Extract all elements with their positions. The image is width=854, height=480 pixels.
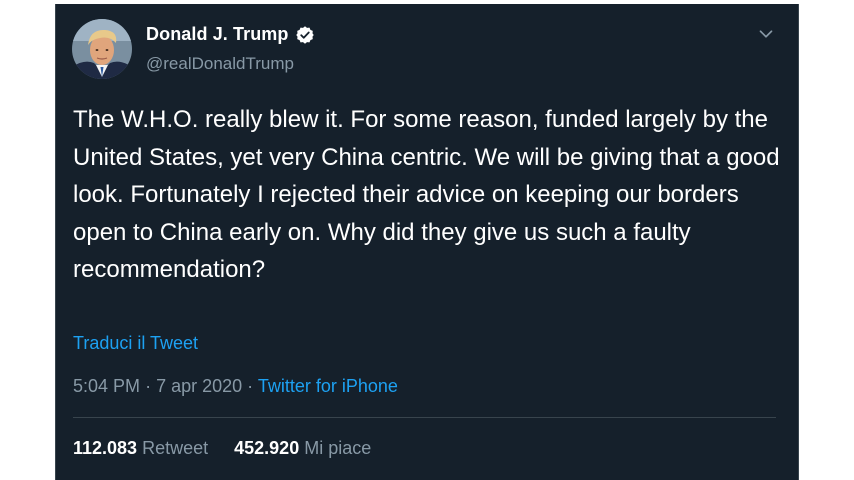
meta-separator: ·	[145, 376, 152, 396]
likes-label: Mi piace	[304, 438, 372, 458]
retweets-label: Retweet	[142, 438, 209, 458]
tweet-date[interactable]: 7 apr 2020	[156, 376, 242, 396]
translate-tweet-link[interactable]: Traduci il Tweet	[73, 333, 198, 354]
tweet-meta: 5:04 PM · 7 apr 2020 · Twitter for iPhon…	[73, 376, 398, 397]
retweets-count: 112.083	[73, 438, 138, 458]
avatar[interactable]	[72, 19, 132, 79]
verified-badge-icon	[295, 25, 314, 44]
likes-stat[interactable]: 452.920 Mi piace	[234, 438, 371, 459]
retweets-stat[interactable]: 112.083 Retweet	[73, 438, 208, 459]
author-name-row[interactable]: Donald J. Trump	[146, 24, 315, 45]
profile-photo	[72, 19, 132, 79]
meta-separator: ·	[247, 376, 254, 396]
chevron-down-icon[interactable]	[755, 23, 777, 45]
tweet-source-link[interactable]: Twitter for iPhone	[258, 376, 398, 396]
tweet-time[interactable]: 5:04 PM	[73, 376, 140, 396]
author-handle[interactable]: @realDonaldTrump	[146, 54, 294, 74]
likes-count: 452.920	[234, 438, 300, 458]
divider	[73, 417, 776, 418]
display-name[interactable]: Donald J. Trump	[146, 24, 289, 45]
tweet-card: Donald J. Trump @realDonaldTrump The W.H…	[55, 4, 799, 480]
tweet-stats: 112.083 Retweet 452.920 Mi piace	[73, 438, 371, 459]
tweet-text: The W.H.O. really blew it. For some reas…	[73, 106, 780, 283]
